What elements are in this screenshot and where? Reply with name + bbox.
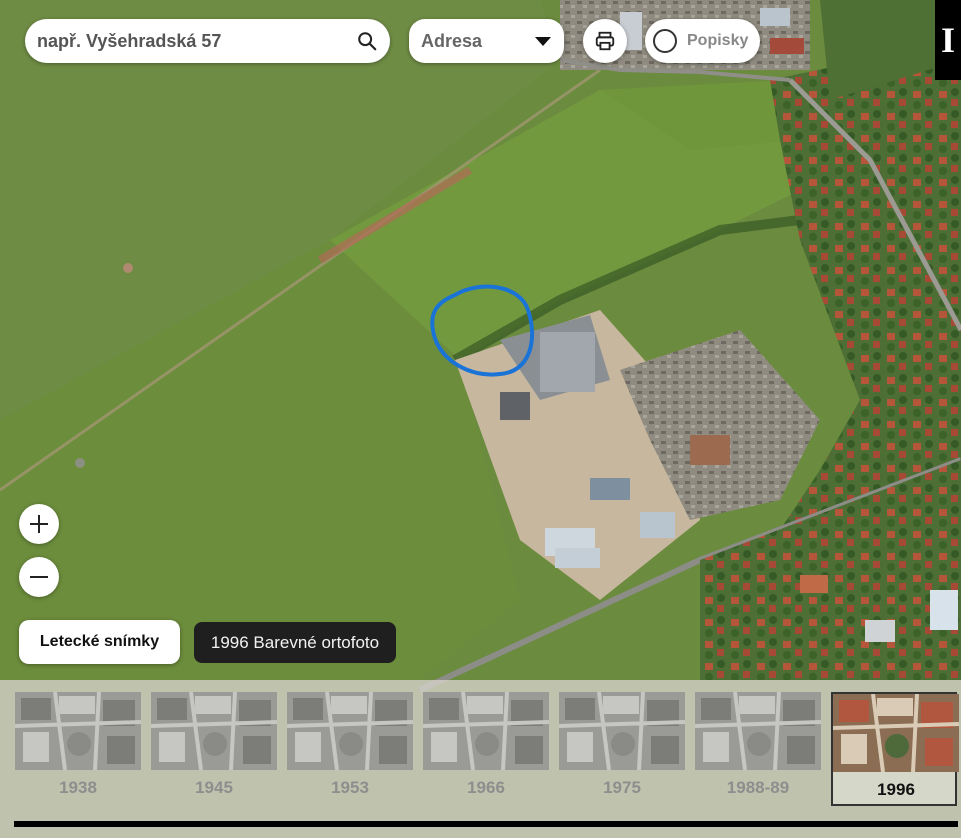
aerial-photos-button[interactable]: Letecké snímky	[19, 620, 180, 664]
search-mode-value: Adresa	[421, 30, 483, 51]
search-mode-select[interactable]: Adresa	[409, 19, 564, 63]
timeline-year-label: 1996	[877, 780, 915, 799]
timeline-year-1975[interactable]: 1975	[559, 692, 685, 806]
timeline-year-1966[interactable]: 1966	[423, 692, 549, 806]
search-box[interactable]: např. Vyšehradská 57	[25, 19, 390, 63]
print-button[interactable]	[583, 19, 627, 63]
info-button[interactable]: I	[935, 0, 961, 80]
year-timeline: 1938 1945 1953 1966 1975 1988-89 1996	[0, 680, 961, 838]
zoom-out-button[interactable]	[19, 557, 59, 597]
caret-down-icon	[535, 37, 551, 46]
labels-toggle[interactable]: Popisky	[645, 19, 760, 63]
timeline-year-label: 1988-89	[726, 778, 790, 797]
timeline-thumbnail[interactable]	[695, 692, 821, 770]
timeline-year-label: 1945	[195, 778, 233, 797]
timeline-year-label: 1953	[331, 778, 369, 797]
timeline-thumbnail[interactable]	[287, 692, 413, 770]
timeline-year-1988-89[interactable]: 1988-89	[695, 692, 821, 806]
labels-toggle-label: Popisky	[687, 32, 749, 49]
toggle-circle-icon[interactable]	[653, 29, 677, 53]
timeline-thumbnail[interactable]	[559, 692, 685, 770]
timeline-year-label: 1966	[467, 778, 505, 797]
timeline-year-1953[interactable]: 1953	[287, 692, 413, 806]
timeline-year-1938[interactable]: 1938	[15, 692, 141, 806]
timeline-scrollbar[interactable]	[14, 821, 958, 827]
timeline-year-1996[interactable]: 1996	[831, 692, 959, 806]
search-input[interactable]: např. Vyšehradská 57	[37, 31, 221, 52]
timeline-thumbnail[interactable]	[151, 692, 277, 770]
plus-icon	[30, 515, 48, 533]
printer-icon	[595, 31, 615, 51]
zoom-in-button[interactable]	[19, 504, 59, 544]
timeline-year-label: 1975	[603, 778, 641, 797]
minus-icon	[30, 576, 48, 578]
current-layer-label: 1996 Barevné ortofoto	[194, 622, 396, 663]
timeline-year-label: 1938	[59, 778, 97, 797]
search-icon[interactable]	[356, 30, 378, 52]
timeline-thumbnail[interactable]	[423, 692, 549, 770]
timeline-thumbnail[interactable]	[15, 692, 141, 770]
timeline-year-1945[interactable]: 1945	[151, 692, 277, 806]
timeline-thumbnail[interactable]	[833, 694, 959, 772]
